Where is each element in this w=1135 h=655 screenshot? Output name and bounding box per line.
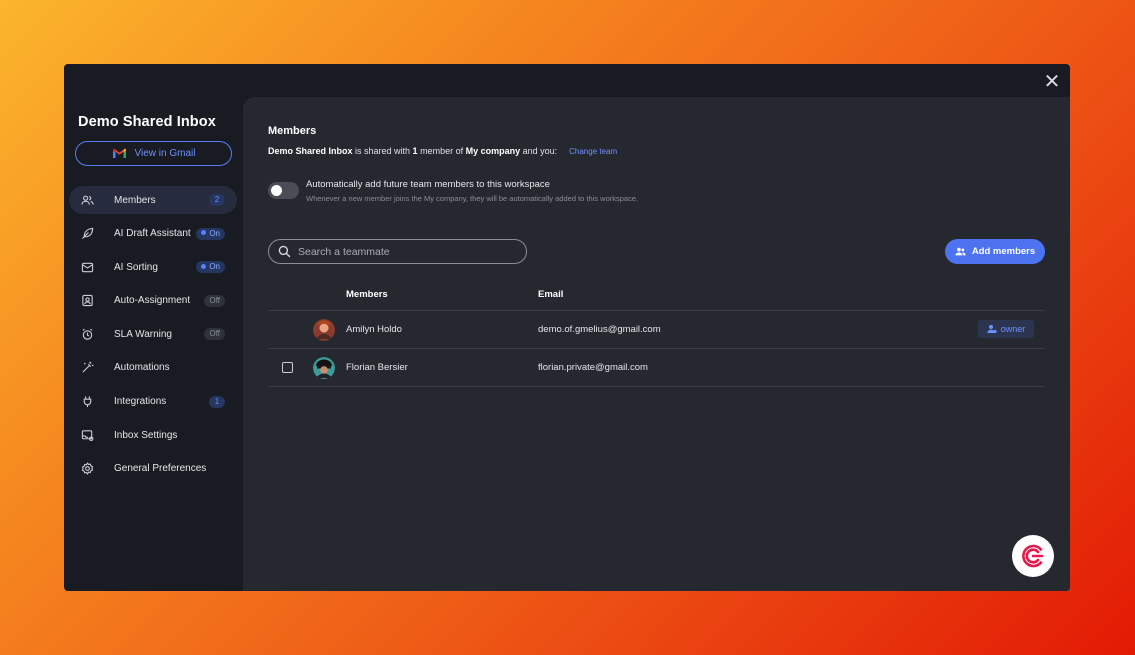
close-icon[interactable]: ✕ <box>1042 72 1062 92</box>
inbox-title: Demo Shared Inbox <box>78 114 216 130</box>
sidebar-item-label: AI Draft Assistant <box>114 228 191 240</box>
member-name: Florian Bersier <box>346 362 408 373</box>
page-title: Members <box>268 125 317 137</box>
sorting-icon <box>81 261 94 274</box>
member-email: demo.of.gmelius@gmail.com <box>538 324 661 335</box>
inbox-name: Demo Shared Inbox <box>268 146 353 156</box>
email-column-header: Email <box>538 289 564 300</box>
gmelius-logo[interactable] <box>1012 535 1054 577</box>
view-in-gmail-button[interactable]: View in Gmail <box>75 141 232 166</box>
status-badge: Off <box>204 328 225 341</box>
workspace-settings-dialog: ✕ Demo Shared Inbox View in Gmail Member… <box>64 64 1070 591</box>
members-icon <box>81 194 94 207</box>
toggle-knob <box>271 185 282 196</box>
add-members-button[interactable]: Add members <box>945 239 1045 264</box>
sidebar-item-automations[interactable]: Automations <box>69 354 237 382</box>
sidebar-item-label: Members <box>114 194 156 206</box>
owner-badge: owner <box>978 320 1034 338</box>
alarm-icon <box>81 328 94 341</box>
inbox-settings-icon <box>81 429 94 442</box>
gmail-icon <box>112 148 127 159</box>
change-team-link[interactable]: Change team <box>569 147 617 156</box>
search-box <box>268 239 527 264</box>
sidebar-item-inbox-settings[interactable]: Inbox Settings <box>69 421 237 449</box>
company-name: My company <box>465 146 521 156</box>
status-badge: Off <box>204 294 225 307</box>
sidebar-item-label: Automations <box>114 362 170 374</box>
sidebar-item-general-preferences[interactable]: General Preferences <box>69 455 237 483</box>
gmelius-logo-icon <box>1022 544 1044 568</box>
owner-icon <box>987 325 997 334</box>
member-name: Amilyn Holdo <box>346 324 402 335</box>
sidebar: Demo Shared Inbox View in Gmail Members <box>64 64 243 591</box>
plug-icon <box>81 395 94 408</box>
add-people-icon <box>955 247 966 256</box>
sidebar-item-members[interactable]: Members 2 <box>69 186 237 214</box>
member-select-checkbox[interactable] <box>282 362 293 373</box>
table-header: Members Email <box>268 279 1045 311</box>
share-description: Demo Shared Inbox is shared with 1 membe… <box>268 146 618 156</box>
avatar <box>313 319 335 341</box>
magic-wand-icon <box>81 361 94 374</box>
sidebar-item-auto-assignment[interactable]: Auto-Assignment Off <box>69 287 237 315</box>
sidebar-item-label: Auto-Assignment <box>114 295 191 307</box>
sidebar-item-ai-draft-assistant[interactable]: AI Draft Assistant On <box>69 220 237 248</box>
sidebar-item-label: AI Sorting <box>114 261 158 273</box>
gear-icon <box>81 462 94 476</box>
sidebar-item-ai-sorting[interactable]: AI Sorting On <box>69 253 237 281</box>
integrations-count-badge: 1 <box>209 395 225 408</box>
members-column-header: Members <box>346 289 388 300</box>
status-badge: On <box>196 227 225 240</box>
assignment-icon <box>81 294 94 307</box>
members-panel: Members Demo Shared Inbox is shared with… <box>243 97 1070 591</box>
sidebar-item-integrations[interactable]: Integrations 1 <box>69 388 237 416</box>
members-table: Members Email Amilyn Holdo demo.of.gmeli… <box>268 279 1045 387</box>
view-in-gmail-label: View in Gmail <box>134 148 196 159</box>
add-members-label: Add members <box>971 246 1036 257</box>
table-row: Amilyn Holdo demo.of.gmelius@gmail.com o… <box>268 311 1045 349</box>
sidebar-item-sla-warning[interactable]: SLA Warning Off <box>69 320 237 348</box>
sidebar-item-label: General Preferences <box>114 463 207 475</box>
auto-add-help-text: Whenever a new member joins the My compa… <box>306 194 639 203</box>
members-count-badge: 2 <box>209 194 225 206</box>
auto-add-label: Automatically add future team members to… <box>306 179 550 190</box>
status-badge: On <box>196 261 225 274</box>
avatar <box>313 357 335 379</box>
table-row: Florian Bersier florian.private@gmail.co… <box>268 349 1045 387</box>
feather-icon <box>81 227 94 240</box>
sidebar-nav: Members 2 AI Draft Assistant On AI Sorti… <box>69 186 237 488</box>
auto-add-members-toggle[interactable] <box>268 182 299 199</box>
sidebar-item-label: SLA Warning <box>114 328 172 340</box>
sidebar-item-label: Integrations <box>114 396 167 408</box>
search-input[interactable] <box>298 245 508 258</box>
member-email: florian.private@gmail.com <box>538 362 648 373</box>
search-icon <box>278 245 291 258</box>
sidebar-item-label: Inbox Settings <box>114 429 178 441</box>
